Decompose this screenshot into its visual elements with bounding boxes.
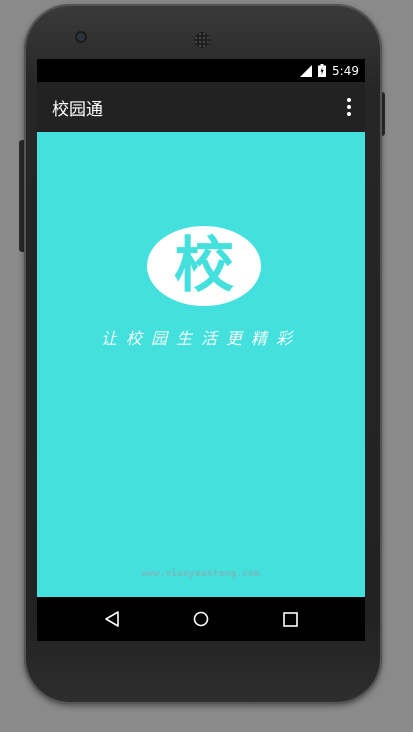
slogan: 让校园生活更精彩 [100, 329, 301, 348]
status-time: 5:49 [332, 63, 359, 78]
sensor [326, 35, 332, 41]
app-title: 校园通 [52, 99, 103, 120]
more-vert-icon[interactable] [343, 94, 355, 120]
earpiece-speaker [194, 32, 210, 48]
front-camera [77, 33, 85, 41]
back-icon[interactable] [97, 604, 127, 634]
splash-content: 校 让校园生活更精彩 www.xiaoyuantong.com [37, 132, 365, 597]
battery-icon [318, 64, 327, 77]
app-logo: 校 [147, 226, 261, 306]
action-bar: 校园通 [37, 82, 365, 132]
navigation-bar [37, 597, 365, 641]
signal-icon [300, 64, 313, 77]
device-screen: 5:49 校园通 校 让校园生活更精彩 www.xiaoyuantong.com [37, 59, 365, 641]
sensor [312, 35, 318, 41]
logo-char: 校 [174, 231, 234, 301]
recents-icon[interactable] [275, 604, 305, 634]
home-icon[interactable] [186, 604, 216, 634]
footer-url: www.xiaoyuantong.com [141, 569, 261, 579]
status-bar: 5:49 [37, 59, 365, 82]
